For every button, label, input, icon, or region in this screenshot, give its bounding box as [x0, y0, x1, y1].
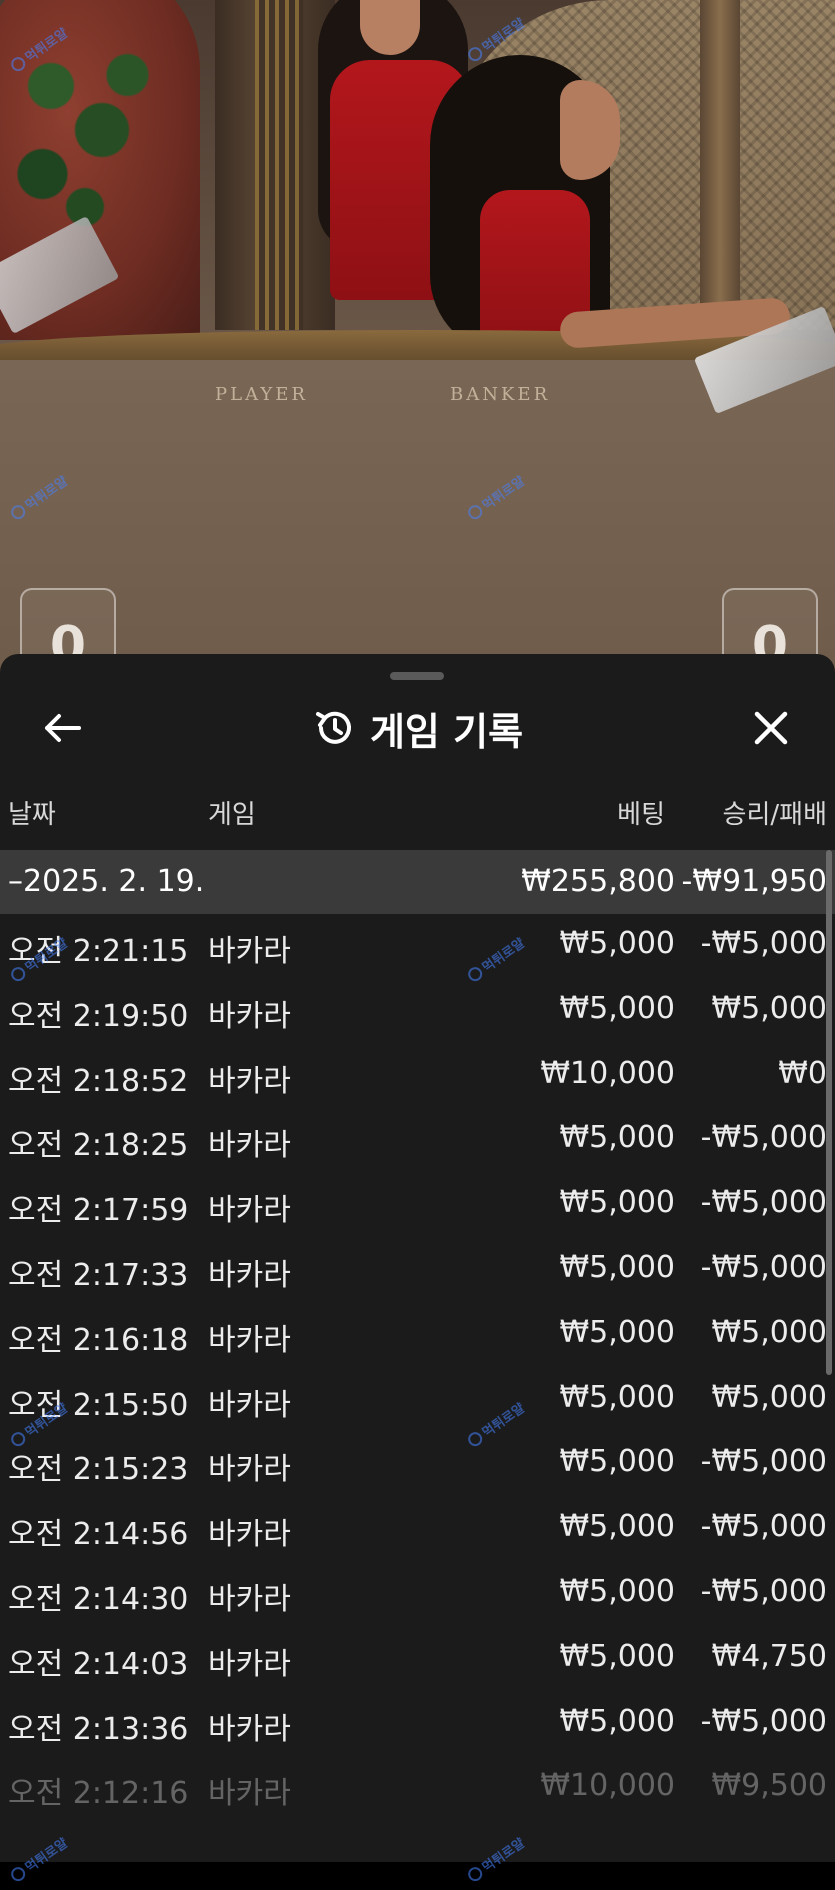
- row-bet: ₩5,000: [559, 1314, 675, 1350]
- row-game: 바카라: [208, 1063, 291, 1099]
- row-time: 오전 2:14:03: [8, 1646, 189, 1682]
- row-game: 바카라: [208, 1711, 291, 1747]
- column-header-date[interactable]: 날짜: [8, 794, 56, 831]
- row-bet: ₩5,000: [559, 1509, 675, 1545]
- table-row[interactable]: 오전 2:18:25 바카라 ₩5,000 -₩5,000: [0, 1108, 835, 1173]
- row-game: 바카라: [208, 1452, 291, 1488]
- row-game: 바카라: [208, 1322, 291, 1358]
- date-group-header[interactable]: –2025. 2. 19. ₩255,800 -₩91,950: [0, 850, 835, 914]
- close-button[interactable]: [746, 704, 796, 752]
- column-header-result[interactable]: 승리/패배: [723, 794, 827, 831]
- row-bet: ₩5,000: [559, 1444, 675, 1480]
- game-history-sheet: 게임 기록 날짜 게임 베팅 승리/패배 –2025. 2. 19. ₩255,…: [0, 654, 835, 1862]
- row-game: 바카라: [208, 998, 291, 1034]
- row-result: -₩5,000: [700, 1444, 827, 1480]
- date-group-date: –2025. 2. 19.: [8, 864, 205, 899]
- close-icon: [754, 711, 788, 745]
- row-result: -₩5,000: [700, 1573, 827, 1609]
- table-row[interactable]: 오전 2:14:30 바카라 ₩5,000 -₩5,000: [0, 1562, 835, 1627]
- sheet-title-group: 게임 기록: [0, 698, 835, 758]
- row-bet: ₩5,000: [559, 1185, 675, 1221]
- row-time: 오전 2:18:52: [8, 1063, 189, 1099]
- row-result: -₩5,000: [700, 1120, 827, 1156]
- row-result: -₩5,000: [700, 926, 827, 961]
- row-time: 오전 2:18:25: [8, 1128, 189, 1164]
- row-bet: ₩10,000: [540, 1768, 675, 1804]
- row-result: -₩5,000: [700, 1185, 827, 1221]
- gold-trim-decor: [255, 0, 303, 330]
- sheet-header: 게임 기록: [0, 698, 835, 758]
- table-row[interactable]: 오전 2:15:23 바카라 ₩5,000 -₩5,000: [0, 1432, 835, 1497]
- wood-pillar: [700, 0, 740, 330]
- live-dealer-video: PLAYER BANKER 0 0: [0, 0, 835, 700]
- row-result: ₩4,750: [711, 1638, 827, 1674]
- row-bet: ₩5,000: [559, 1703, 675, 1739]
- row-result: ₩0: [778, 1055, 827, 1091]
- table-row[interactable]: 오전 2:19:50 바카라 ₩5,000 ₩5,000: [0, 979, 835, 1044]
- row-result: ₩5,000: [711, 1314, 827, 1350]
- row-game: 바카라: [208, 1517, 291, 1553]
- row-bet: ₩5,000: [559, 1249, 675, 1285]
- row-result: ₩5,000: [711, 1379, 827, 1415]
- table-row[interactable]: 오전 2:17:59 바카라 ₩5,000 -₩5,000: [0, 1173, 835, 1238]
- history-list: 오전 2:21:15 바카라 ₩5,000 -₩5,000 오전 2:19:50…: [0, 914, 835, 1821]
- sheet-title: 게임 기록: [369, 709, 524, 754]
- row-result: ₩5,000: [711, 990, 827, 1026]
- row-game: 바카라: [208, 1128, 291, 1164]
- felt-label-player: PLAYER: [215, 384, 308, 405]
- table-row[interactable]: 오전 2:14:56 바카라 ₩5,000 -₩5,000: [0, 1497, 835, 1562]
- row-time: 오전 2:15:50: [8, 1387, 189, 1423]
- dealer-seated-face: [560, 80, 620, 180]
- table-row[interactable]: 오전 2:14:03 바카라 ₩5,000 ₩4,750: [0, 1627, 835, 1692]
- table-row[interactable]: 오전 2:12:16 바카라 ₩10,000 ₩9,500: [0, 1756, 835, 1821]
- row-bet: ₩10,000: [540, 1055, 675, 1091]
- table-row[interactable]: 오전 2:13:36 바카라 ₩5,000 -₩5,000: [0, 1692, 835, 1757]
- date-group-total-bet: ₩255,800: [521, 864, 675, 899]
- row-time: 오전 2:19:50: [8, 998, 189, 1034]
- column-header-bet[interactable]: 베팅: [617, 794, 665, 831]
- sheet-drag-handle[interactable]: [390, 672, 444, 680]
- column-header-game[interactable]: 게임: [208, 794, 256, 831]
- row-time: 오전 2:17:33: [8, 1257, 189, 1293]
- date-group-total-result: -₩91,950: [681, 864, 827, 899]
- row-game: 바카라: [208, 1193, 291, 1229]
- row-game: 바카라: [208, 1257, 291, 1293]
- row-bet: ₩5,000: [559, 990, 675, 1026]
- table-row[interactable]: 오전 2:18:52 바카라 ₩10,000 ₩0: [0, 1044, 835, 1109]
- row-time: 오전 2:13:36: [8, 1711, 189, 1747]
- row-game: 바카라: [208, 1646, 291, 1682]
- row-time: 오전 2:16:18: [8, 1322, 189, 1358]
- row-bet: ₩5,000: [559, 1573, 675, 1609]
- row-result: ₩9,500: [711, 1768, 827, 1804]
- table-row[interactable]: 오전 2:15:50 바카라 ₩5,000 ₩5,000: [0, 1368, 835, 1433]
- row-bet: ₩5,000: [559, 1379, 675, 1415]
- row-bet: ₩5,000: [559, 1638, 675, 1674]
- table-header: 날짜 게임 베팅 승리/패배: [0, 794, 835, 834]
- table-felt: [0, 360, 835, 700]
- row-time: 오전 2:17:59: [8, 1193, 189, 1229]
- row-result: -₩5,000: [700, 1249, 827, 1285]
- history-icon: [315, 711, 351, 744]
- table-row[interactable]: 오전 2:16:18 바카라 ₩5,000 ₩5,000: [0, 1303, 835, 1368]
- row-result: -₩5,000: [700, 1703, 827, 1739]
- row-time: 오전 2:14:30: [8, 1581, 189, 1617]
- row-time: 오전 2:15:23: [8, 1452, 189, 1488]
- row-game: 바카라: [208, 1387, 291, 1423]
- row-time: 오전 2:14:56: [8, 1517, 189, 1553]
- row-bet: ₩5,000: [559, 1120, 675, 1156]
- ivy-plant: [0, 20, 170, 240]
- row-game: 바카라: [208, 1776, 291, 1812]
- table-row[interactable]: 오전 2:21:15 바카라 ₩5,000 -₩5,000: [0, 914, 835, 979]
- row-bet: ₩5,000: [559, 926, 675, 961]
- row-time: 오전 2:21:15: [8, 934, 189, 969]
- row-time: 오전 2:12:16: [8, 1776, 189, 1812]
- row-game: 바카라: [208, 1581, 291, 1617]
- felt-label-banker: BANKER: [450, 384, 551, 405]
- row-result: -₩5,000: [700, 1509, 827, 1545]
- list-scrollbar[interactable]: [826, 850, 832, 1375]
- row-game: 바카라: [208, 934, 291, 969]
- table-row[interactable]: 오전 2:17:33 바카라 ₩5,000 -₩5,000: [0, 1238, 835, 1303]
